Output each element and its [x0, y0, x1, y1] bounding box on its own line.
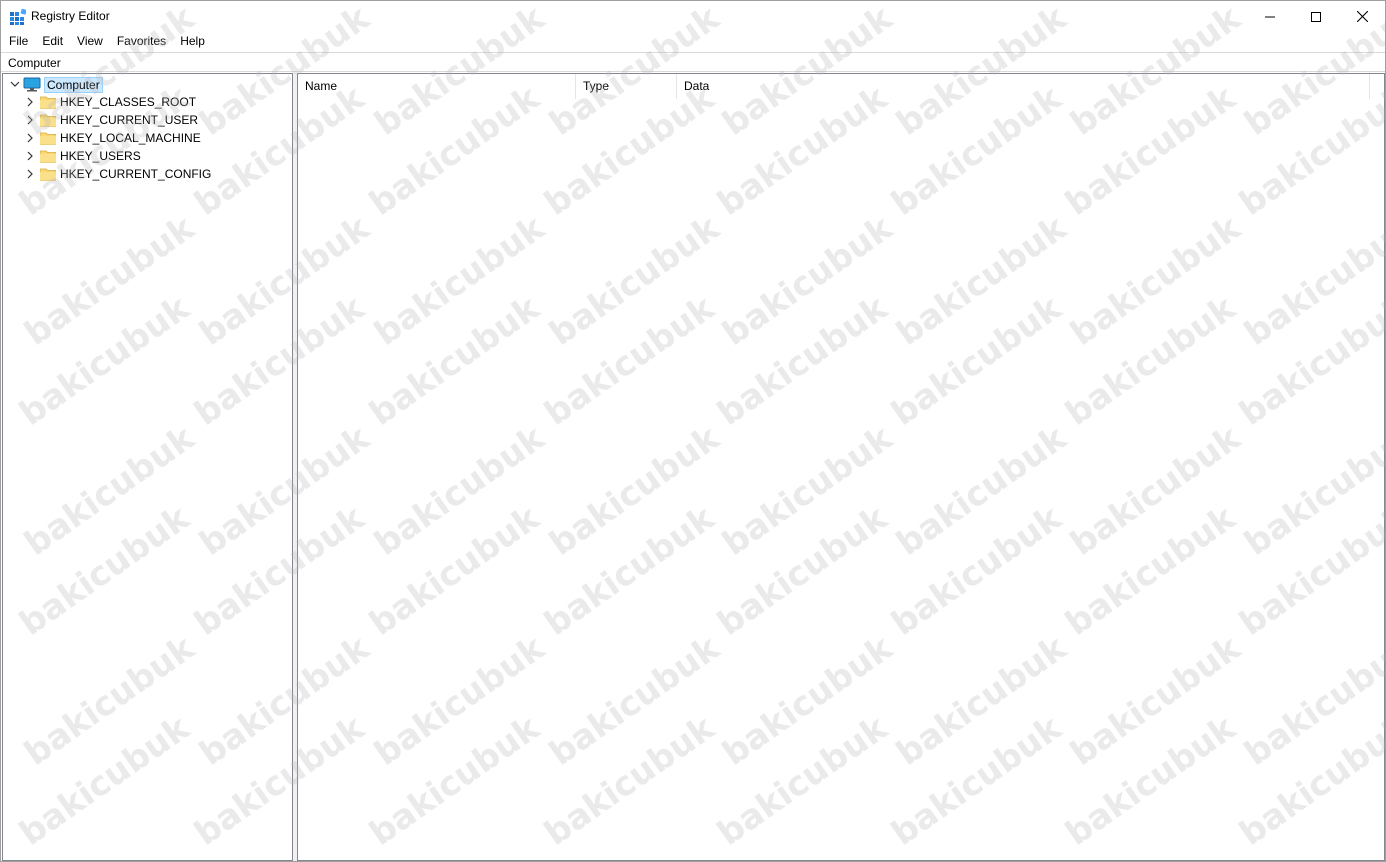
- chevron-right-icon[interactable]: [25, 151, 35, 161]
- values-list-pane[interactable]: Name Type Data: [297, 73, 1385, 861]
- tree-label[interactable]: HKEY_CLASSES_ROOT: [60, 95, 196, 109]
- tree-label[interactable]: HKEY_USERS: [60, 149, 141, 163]
- minimize-icon: [1265, 16, 1275, 17]
- chevron-right-icon[interactable]: [25, 169, 35, 179]
- menu-file[interactable]: File: [2, 32, 35, 51]
- column-header-data[interactable]: Data: [677, 74, 1370, 99]
- chevron-right-icon[interactable]: [25, 115, 35, 125]
- chevron-right-icon[interactable]: [25, 97, 35, 107]
- menu-bar: File Edit View Favorites Help: [1, 32, 1385, 51]
- maximize-icon: [1311, 11, 1321, 22]
- tree-label[interactable]: HKEY_LOCAL_MACHINE: [60, 131, 201, 145]
- menu-help[interactable]: Help: [173, 32, 212, 51]
- folder-icon: [40, 150, 56, 163]
- chevron-down-icon[interactable]: [10, 79, 20, 89]
- tree-label[interactable]: HKEY_CURRENT_CONFIG: [60, 167, 211, 181]
- close-icon: [1356, 11, 1368, 22]
- tree-node-hkey-local-machine[interactable]: HKEY_LOCAL_MACHINE: [3, 129, 292, 147]
- tree-node-hkey-current-user[interactable]: HKEY_CURRENT_USER: [3, 111, 292, 129]
- title-bar[interactable]: Registry Editor: [1, 1, 1385, 32]
- address-bar[interactable]: Computer: [1, 52, 1385, 72]
- maximize-button[interactable]: [1293, 1, 1339, 32]
- folder-icon: [40, 168, 56, 181]
- folder-icon: [40, 114, 56, 127]
- tree-node-hkey-classes-root[interactable]: HKEY_CLASSES_ROOT: [3, 93, 292, 111]
- menu-edit[interactable]: Edit: [35, 32, 70, 51]
- menu-favorites[interactable]: Favorites: [110, 32, 173, 51]
- tree-node-computer[interactable]: Computer: [3, 75, 292, 93]
- tree-node-hkey-current-config[interactable]: HKEY_CURRENT_CONFIG: [3, 165, 292, 183]
- chevron-right-icon[interactable]: [25, 133, 35, 143]
- registry-editor-window: Registry Editor File Edit View Favorites…: [0, 0, 1386, 862]
- folder-icon: [40, 96, 56, 109]
- tree-label-computer[interactable]: Computer: [44, 77, 103, 93]
- menu-view[interactable]: View: [70, 32, 110, 51]
- address-input[interactable]: Computer: [8, 55, 61, 71]
- column-header-type[interactable]: Type: [576, 74, 677, 99]
- window-title: Registry Editor: [31, 9, 110, 23]
- key-tree-pane[interactable]: Computer HKEY_CLASSES_ROOT HKEY_CURRENT_…: [2, 73, 293, 861]
- folder-icon: [40, 132, 56, 145]
- close-button[interactable]: [1339, 1, 1385, 32]
- tree-node-hkey-users[interactable]: HKEY_USERS: [3, 147, 292, 165]
- minimize-button[interactable]: [1247, 1, 1293, 32]
- registry-editor-icon: [10, 9, 26, 25]
- tree-label[interactable]: HKEY_CURRENT_USER: [60, 113, 198, 127]
- column-header-name[interactable]: Name: [298, 74, 576, 99]
- computer-icon: [23, 77, 41, 92]
